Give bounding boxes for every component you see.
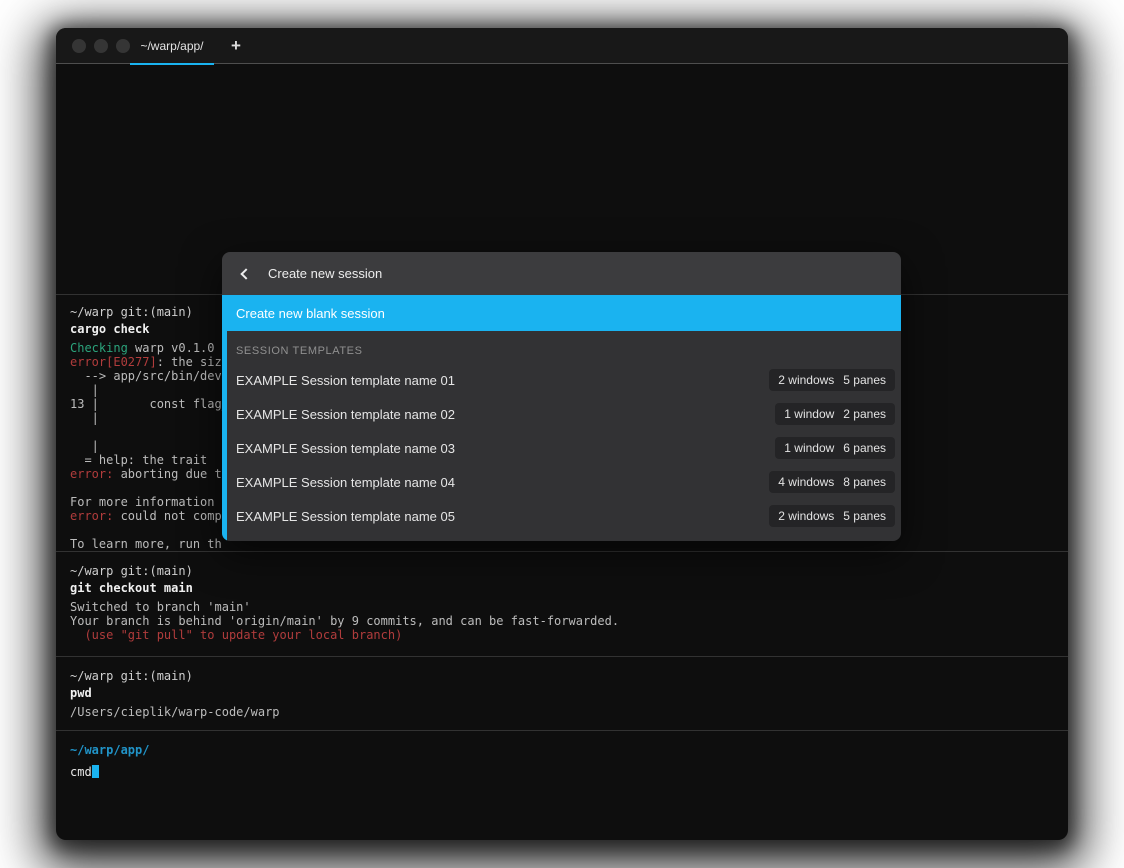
- terminal-text: (use "git pull" to update your local bra…: [70, 628, 402, 642]
- terminal-line: ~/warp/app/: [70, 743, 1054, 757]
- windows-count: 1 window: [784, 407, 834, 421]
- create-blank-session-label: Create new blank session: [236, 306, 385, 321]
- selection-accent-strip: [222, 331, 227, 541]
- panes-count: 5 panes: [843, 373, 886, 387]
- create-blank-session-option[interactable]: Create new blank session: [222, 295, 901, 331]
- terminal-text: ~/warp/app/: [70, 743, 149, 757]
- template-size-badge: 1 window 6 panes: [775, 437, 895, 459]
- terminal-text: |: [70, 383, 99, 397]
- text-cursor: [92, 765, 99, 778]
- terminal-line: ~/warp git:(main): [70, 669, 1054, 683]
- panes-count: 2 panes: [843, 407, 886, 421]
- terminal-text: git checkout main: [70, 581, 193, 595]
- session-template-row[interactable]: EXAMPLE Session template name 03 1 window…: [222, 431, 901, 465]
- terminal-text: For more information: [70, 495, 215, 509]
- titlebar: ~/warp/app/ +: [56, 28, 1068, 64]
- terminal-text: To learn more, run th: [70, 537, 222, 551]
- template-size-badge: 1 window 2 panes: [775, 403, 895, 425]
- terminal-text: pwd: [70, 686, 92, 700]
- session-template-row[interactable]: EXAMPLE Session template name 01 2 window…: [222, 363, 901, 397]
- modal-header: Create new session: [222, 252, 901, 295]
- create-session-modal: Create new session Create new blank sess…: [222, 252, 901, 541]
- windows-count: 1 window: [784, 441, 834, 455]
- terminal-block: ~/warp git:(main) pwd/Users/cieplik/warp-…: [70, 657, 1054, 730]
- terminal-line: Switched to branch 'main': [70, 600, 1054, 614]
- modal-title: Create new session: [268, 266, 382, 281]
- windows-count: 2 windows: [778, 509, 834, 523]
- panes-count: 5 panes: [843, 509, 886, 523]
- terminal-text: ~/warp git:(main): [70, 564, 193, 578]
- session-template-row[interactable]: EXAMPLE Session template name 02 1 window…: [222, 397, 901, 431]
- tab-title: ~/warp/app/: [140, 39, 203, 53]
- terminal-text: 13 | const flag_o: [70, 397, 236, 411]
- windows-count: 2 windows: [778, 373, 834, 387]
- template-size-badge: 4 windows 8 panes: [769, 471, 895, 493]
- template-name: EXAMPLE Session template name 05: [236, 509, 455, 524]
- template-name: EXAMPLE Session template name 02: [236, 407, 455, 422]
- terminal-line: (use "git pull" to update your local bra…: [70, 628, 1054, 642]
- new-tab-button[interactable]: +: [222, 28, 250, 64]
- terminal-input-block[interactable]: ~/warp/app/cmd: [70, 731, 1054, 779]
- terminal-text: aborting due t: [113, 467, 221, 481]
- terminal-text: ~/warp git:(main): [70, 669, 193, 683]
- terminal-text: : the siz: [157, 355, 222, 369]
- terminal-text: --> app/src/bin/dev: [70, 369, 222, 383]
- terminal-line: pwd: [70, 686, 1054, 700]
- session-templates-panel: SESSION TEMPLATES EXAMPLE Session templa…: [222, 331, 901, 541]
- template-name: EXAMPLE Session template name 01: [236, 373, 455, 388]
- session-template-row[interactable]: EXAMPLE Session template name 04 4 window…: [222, 465, 901, 499]
- terminal-text: Switched to branch 'main': [70, 600, 251, 614]
- terminal-line: /Users/cieplik/warp-code/warp: [70, 705, 1054, 719]
- terminal-line: ~/warp git:(main): [70, 564, 1054, 578]
- terminal-text: could not comp: [113, 509, 221, 523]
- terminal-text: cmd: [70, 765, 92, 779]
- windows-count: 4 windows: [778, 475, 834, 489]
- close-window-button[interactable]: [72, 39, 86, 53]
- panes-count: 8 panes: [843, 475, 886, 489]
- back-button[interactable]: [222, 252, 266, 295]
- terminal-line: cmd: [70, 765, 1054, 779]
- panes-count: 6 panes: [843, 441, 886, 455]
- maximize-window-button[interactable]: [116, 39, 130, 53]
- section-label: SESSION TEMPLATES: [222, 331, 901, 363]
- terminal-text: ~/warp git:(main): [70, 305, 193, 319]
- terminal-line: Your branch is behind 'origin/main' by 9…: [70, 614, 1054, 628]
- terminal-text: /Users/cieplik/warp-code/warp: [70, 705, 280, 719]
- tab-active[interactable]: ~/warp/app/: [130, 28, 214, 64]
- plus-icon: +: [231, 36, 241, 56]
- terminal-text: cargo check: [70, 322, 149, 336]
- template-name: EXAMPLE Session template name 04: [236, 475, 455, 490]
- terminal-text: |: [70, 411, 99, 425]
- minimize-window-button[interactable]: [94, 39, 108, 53]
- terminal-text: Checking: [70, 341, 128, 355]
- traffic-lights: [72, 39, 130, 53]
- terminal-text: warp v0.1.0: [128, 341, 215, 355]
- terminal-text: = help: the trait: [70, 453, 207, 467]
- terminal-line: git checkout main: [70, 581, 1054, 595]
- session-template-row[interactable]: EXAMPLE Session template name 05 2 window…: [222, 499, 901, 533]
- terminal-text: error:: [70, 467, 113, 481]
- template-name: EXAMPLE Session template name 03: [236, 441, 455, 456]
- chevron-left-icon: [240, 268, 251, 279]
- terminal-text: error[E0277]: [70, 355, 157, 369]
- terminal-text: error:: [70, 509, 113, 523]
- terminal-text: |: [70, 439, 99, 453]
- terminal-window: ~/warp/app/ + ~/warp git:(main) cargo che…: [56, 28, 1068, 840]
- template-size-badge: 2 windows 5 panes: [769, 369, 895, 391]
- terminal-block: ~/warp git:(main) git checkout main Switch…: [70, 552, 1054, 656]
- template-size-badge: 2 windows 5 panes: [769, 505, 895, 527]
- terminal-text: Your branch is behind 'origin/main' by 9…: [70, 614, 619, 628]
